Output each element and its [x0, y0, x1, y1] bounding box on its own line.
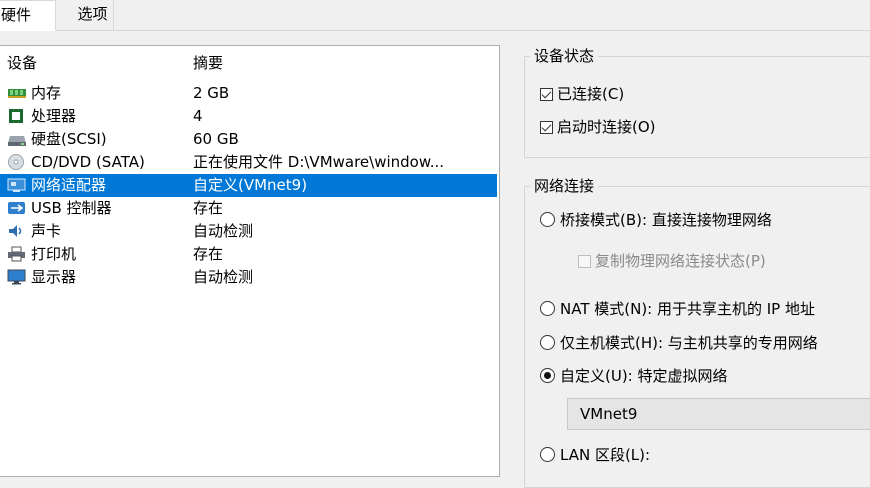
device-status-title: 设备状态 — [530, 46, 599, 66]
device-name: 硬盘(SCSI) — [31, 130, 107, 148]
checkbox-checked-icon — [540, 121, 553, 134]
nat-radio[interactable]: NAT 模式(N): 用于共享主机的 IP 地址 — [540, 299, 815, 319]
column-header-summary[interactable]: 摘要 — [193, 52, 493, 74]
host-only-label: 仅主机模式(H): 与主机共享的专用网络 — [560, 334, 818, 352]
connected-label: 已连接(C) — [557, 85, 625, 103]
device-row-memory[interactable]: 内存 2 GB — [0, 82, 497, 105]
tab-strip: 硬件 选项 — [0, 0, 870, 31]
connect-at-power-on-label: 启动时连接(O) — [557, 118, 656, 136]
custom-label: 自定义(U): 特定虚拟网络 — [560, 367, 728, 385]
radio-off-icon — [540, 212, 555, 227]
sound-card-icon — [7, 223, 27, 239]
radio-off-icon — [540, 335, 555, 350]
device-name: 网络适配器 — [31, 176, 107, 194]
lan-segment-radio[interactable]: LAN 区段(L): — [540, 445, 650, 465]
device-row-display[interactable]: 显示器 自动检测 — [0, 266, 497, 289]
device-summary: 2 GB — [193, 84, 230, 102]
device-summary: 4 — [193, 107, 203, 125]
device-row-hard-disk[interactable]: 硬盘(SCSI) 60 GB — [0, 128, 497, 151]
radio-off-icon — [540, 447, 555, 462]
device-row-printer[interactable]: 打印机 存在 — [0, 243, 497, 266]
device-name: USB 控制器 — [31, 199, 112, 217]
radio-off-icon — [540, 301, 555, 316]
bridged-radio[interactable]: 桥接模式(B): 直接连接物理网络 — [540, 210, 772, 230]
device-row-sound-card[interactable]: 声卡 自动检测 — [0, 220, 497, 243]
tab-hardware-label: 硬件 — [1, 6, 32, 24]
checkbox-checked-icon — [540, 88, 553, 101]
custom-network-select[interactable]: VMnet9 — [567, 398, 870, 430]
device-name: 打印机 — [31, 245, 77, 263]
device-summary: 60 GB — [193, 130, 239, 148]
device-name: CD/DVD (SATA) — [31, 153, 145, 171]
memory-icon — [7, 85, 27, 101]
device-summary: 正在使用文件 D:\VMware\window... — [193, 153, 445, 171]
device-list[interactable]: 设备 摘要 内存 2 GB 处理器 4 硬盘(SCSI) 60 GB CD/DV… — [0, 45, 500, 477]
custom-radio[interactable]: 自定义(U): 特定虚拟网络 — [540, 366, 728, 386]
display-icon — [7, 269, 27, 285]
connect-at-power-on-checkbox[interactable]: 启动时连接(O) — [540, 117, 656, 137]
device-row-usb[interactable]: USB 控制器 存在 — [0, 197, 497, 220]
printer-icon — [7, 246, 27, 262]
replicate-state-label: 复制物理网络连接状态(P) — [595, 252, 766, 270]
device-name: 内存 — [31, 84, 62, 102]
custom-network-value: VMnet9 — [580, 405, 638, 423]
device-summary: 自定义(VMnet9) — [193, 176, 308, 194]
cd-dvd-icon — [7, 154, 27, 170]
tab-hardware[interactable]: 硬件 — [0, 0, 56, 31]
nat-label: NAT 模式(N): 用于共享主机的 IP 地址 — [560, 300, 816, 318]
device-summary: 自动检测 — [193, 222, 254, 240]
device-name: 显示器 — [31, 268, 77, 286]
device-list-header: 设备 摘要 — [0, 52, 497, 75]
lan-segment-label: LAN 区段(L): — [560, 446, 651, 464]
device-row-processor[interactable]: 处理器 4 — [0, 105, 497, 128]
device-row-network-adapter[interactable]: 网络适配器 自定义(VMnet9) — [0, 174, 497, 197]
checkbox-unchecked-icon — [578, 255, 591, 268]
processor-icon — [7, 108, 27, 124]
host-only-radio[interactable]: 仅主机模式(H): 与主机共享的专用网络 — [540, 333, 818, 353]
network-adapter-icon — [7, 177, 27, 193]
connected-checkbox[interactable]: 已连接(C) — [540, 84, 624, 104]
device-summary: 存在 — [193, 245, 224, 263]
device-summary: 存在 — [193, 199, 224, 217]
replicate-state-checkbox[interactable]: 复制物理网络连接状态(P) — [578, 251, 766, 271]
bridged-label: 桥接模式(B): 直接连接物理网络 — [560, 211, 772, 229]
radio-on-icon — [540, 368, 555, 383]
hard-disk-icon — [7, 131, 27, 147]
tab-options[interactable]: 选项 — [72, 0, 114, 30]
device-row-cd-dvd[interactable]: CD/DVD (SATA) 正在使用文件 D:\VMware\window... — [0, 151, 497, 174]
device-summary: 自动检测 — [193, 268, 254, 286]
device-name: 声卡 — [31, 222, 62, 240]
usb-icon — [7, 200, 27, 216]
column-header-device[interactable]: 设备 — [7, 52, 37, 74]
tab-options-label: 选项 — [77, 5, 108, 23]
device-name: 处理器 — [31, 107, 77, 125]
network-connection-title: 网络连接 — [530, 176, 599, 196]
device-status-group — [524, 56, 870, 158]
